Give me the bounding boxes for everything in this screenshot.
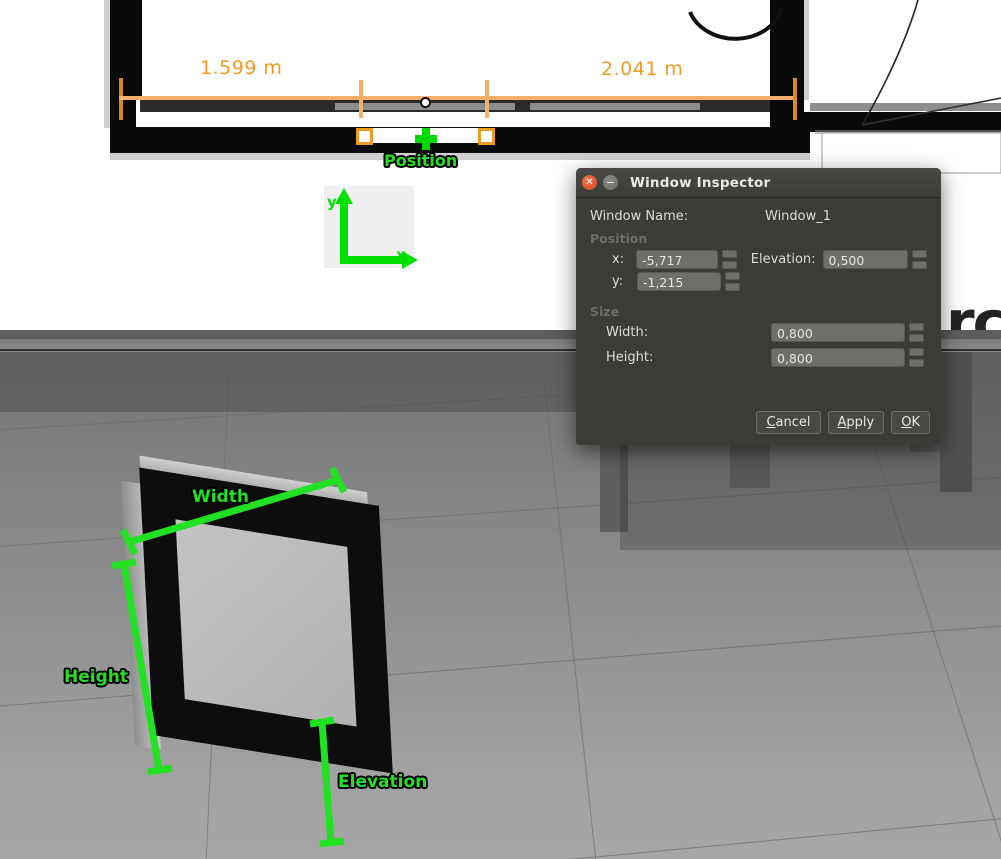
x-label: x: <box>612 252 625 267</box>
floor-shadow <box>110 153 810 160</box>
axis-orientation-widget: y x <box>324 186 418 269</box>
window-name-value: Window_1 <box>765 209 832 224</box>
size-section-header: Size <box>590 304 620 319</box>
resize-handle-left[interactable] <box>356 128 373 145</box>
ambient-shadow <box>0 352 600 412</box>
window-inspector-dialog[interactable]: ✕ − Window Inspector Window Name: Window… <box>576 168 941 445</box>
position-y-row: y: -1,215 <box>590 272 927 291</box>
width-spinner[interactable] <box>909 323 924 342</box>
elevation-label: Elevation: <box>750 252 816 267</box>
wall-edge <box>804 0 809 100</box>
size-height-row: Height: 0,800 <box>590 348 927 367</box>
annotation-label-height: Height <box>64 667 128 687</box>
y-spin-up[interactable] <box>725 272 740 280</box>
apply-text: pply <box>846 415 875 430</box>
resize-handle-right[interactable] <box>478 128 495 145</box>
window-3d-object[interactable] <box>118 455 398 774</box>
wall-segment <box>804 112 1001 132</box>
size-width-row: Width: 0,800 <box>590 323 927 342</box>
dimension-tick <box>359 80 363 118</box>
position-marker-icon[interactable] <box>415 128 437 150</box>
x-spinner[interactable] <box>721 250 737 269</box>
cancel-text: ancel <box>775 415 811 430</box>
wall-edge <box>104 0 110 128</box>
dimension-line <box>119 96 359 100</box>
window-name-label: Window Name: <box>590 209 689 224</box>
width-label: Width: <box>606 325 649 340</box>
ok-text: K <box>911 415 920 430</box>
dialog-titlebar[interactable]: ✕ − Window Inspector <box>576 168 941 198</box>
height-label: Height: <box>606 350 654 365</box>
window-name-row: Window Name: Window_1 <box>590 209 927 224</box>
background-text: rc <box>946 288 1001 330</box>
position-section-header: Position <box>590 231 648 246</box>
ok-mnemonic: O <box>901 415 912 430</box>
height-spin-down[interactable] <box>909 359 924 367</box>
dimension-tick <box>793 78 797 120</box>
height-spinner[interactable] <box>909 348 924 367</box>
y-label: y: <box>612 274 624 289</box>
position-annotation-label: Position <box>384 151 458 170</box>
cancel-mnemonic: C <box>766 415 776 430</box>
y-input[interactable]: -1,215 <box>637 272 721 291</box>
y-spin-down[interactable] <box>725 283 740 291</box>
width-spin-down[interactable] <box>909 334 924 342</box>
floor-shadow <box>815 130 1001 134</box>
elevation-spinner[interactable] <box>912 250 927 269</box>
wall-opening <box>530 103 700 110</box>
x-input[interactable]: -5,717 <box>636 250 718 269</box>
axis-y-label: y <box>327 193 337 211</box>
dimension-line <box>487 96 797 100</box>
height-input[interactable]: 0,800 <box>771 348 905 367</box>
window-center-node[interactable] <box>420 97 431 108</box>
wall-column <box>770 0 804 153</box>
dimension-label-right: 2.041 m <box>601 58 684 80</box>
elevation-spin-down[interactable] <box>912 261 927 269</box>
minimize-icon[interactable]: − <box>603 175 618 190</box>
y-spinner[interactable] <box>725 272 740 291</box>
axis-y-shaft <box>340 202 348 264</box>
position-x-row: x: -5,717 Elevation: 0,500 <box>590 250 927 269</box>
width-spin-up[interactable] <box>909 323 924 331</box>
elevation-input[interactable]: 0,500 <box>822 250 908 269</box>
dialog-button-row: Cancel Apply OK <box>756 411 930 434</box>
width-input[interactable]: 0,800 <box>771 323 905 342</box>
annotation-label-width: Width <box>192 487 249 507</box>
height-spin-up[interactable] <box>909 348 924 356</box>
window-glass-pane <box>175 519 357 727</box>
elevation-spin-up[interactable] <box>912 250 927 258</box>
axis-x-label: x <box>396 246 406 264</box>
dialog-title: Window Inspector <box>630 174 771 191</box>
dimension-label-left: 1.599 m <box>200 57 283 79</box>
axis-y-arrow <box>335 188 353 204</box>
x-spin-down[interactable] <box>721 261 737 269</box>
ok-button[interactable]: OK <box>891 411 930 434</box>
annotation-label-elevation: Elevation <box>338 772 428 792</box>
apply-button[interactable]: Apply <box>827 411 885 434</box>
wall-edge <box>136 0 142 100</box>
close-icon[interactable]: ✕ <box>582 175 597 190</box>
wall-opening <box>810 103 1001 111</box>
dialog-body: Window Name: Window_1 Position x: -5,717… <box>576 198 941 367</box>
x-spin-up[interactable] <box>721 250 737 258</box>
cancel-button[interactable]: Cancel <box>756 411 821 434</box>
